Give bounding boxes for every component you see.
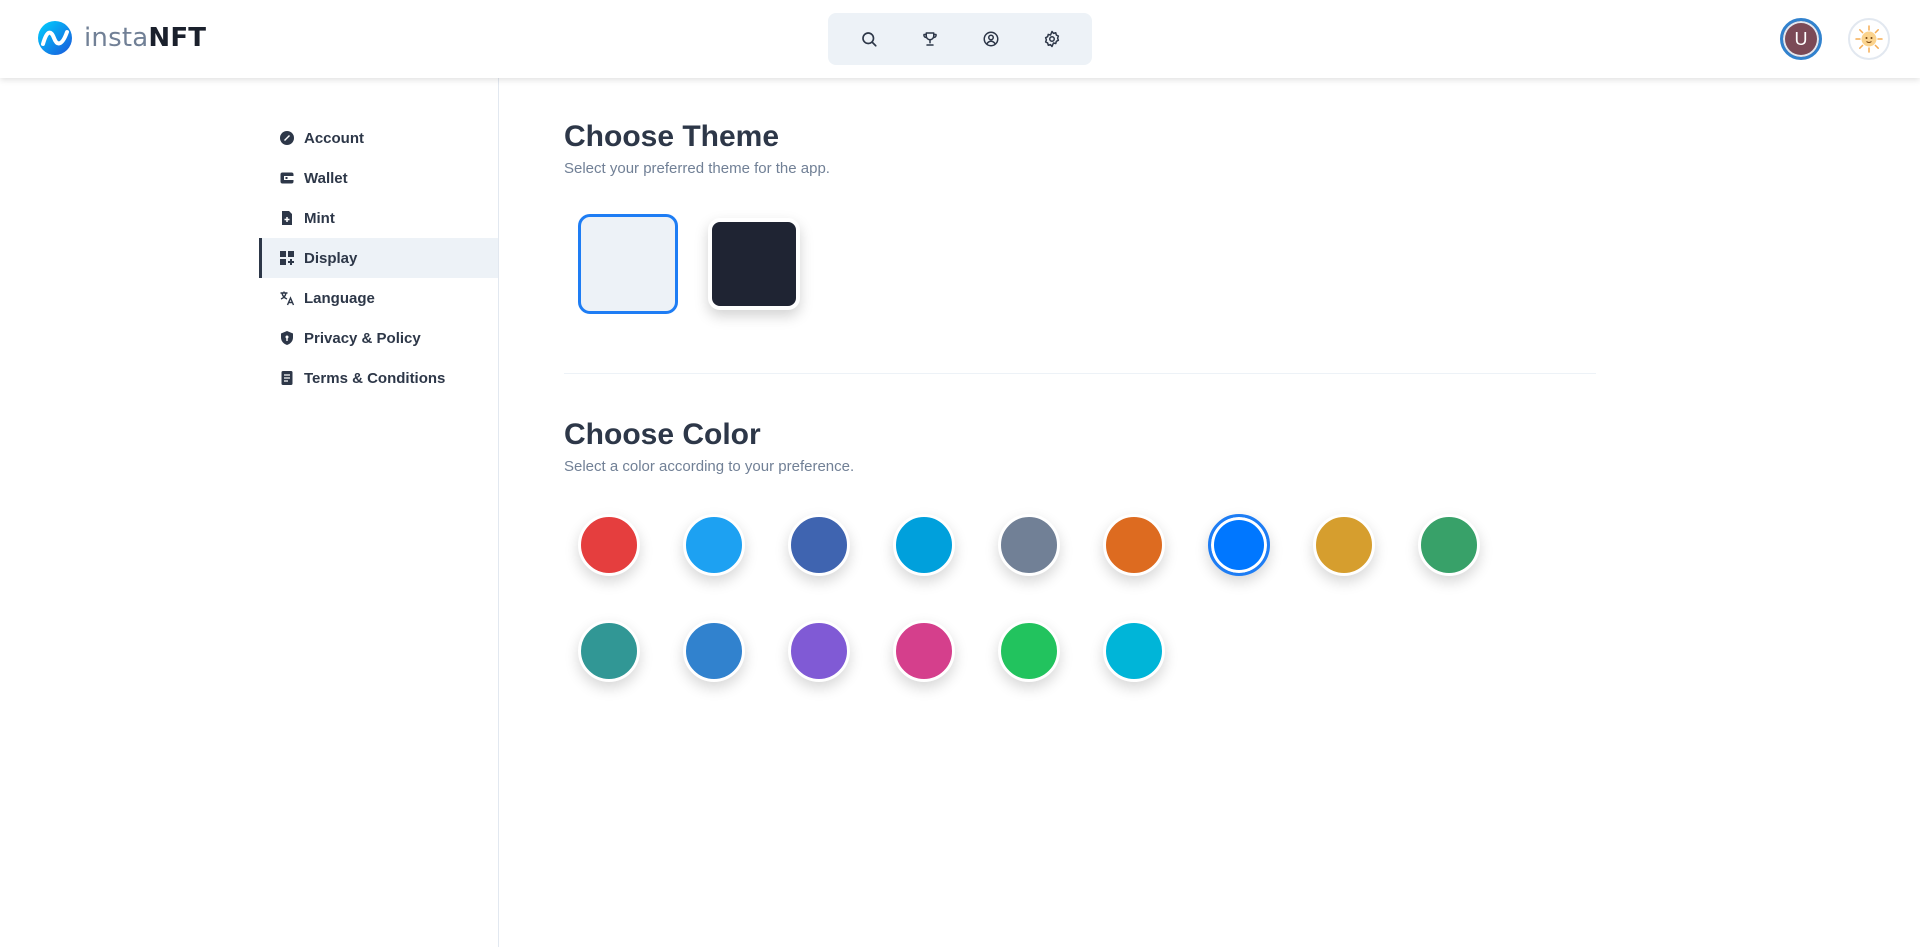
theme-option-dark[interactable] bbox=[708, 218, 800, 310]
color-swatch[interactable] bbox=[788, 620, 850, 682]
sidebar-item-label: Wallet bbox=[304, 169, 348, 187]
account-icon bbox=[279, 130, 295, 146]
color-subtitle: Select a color according to your prefere… bbox=[564, 458, 855, 475]
sidebar-item-display[interactable]: Display bbox=[259, 238, 498, 278]
color-swatch[interactable] bbox=[1103, 514, 1165, 576]
top-header: instaNFT U bbox=[0, 0, 1920, 78]
search-icon bbox=[861, 32, 877, 47]
brand-name: instaNFT bbox=[84, 20, 206, 56]
sidebar-menu: Account Wallet Mint Display Language Pri… bbox=[259, 118, 498, 398]
sidebar-item-account[interactable]: Account bbox=[259, 118, 498, 158]
grid-icon bbox=[279, 250, 295, 266]
theme-section-header: Choose Theme Select your preferred theme… bbox=[564, 120, 830, 177]
color-swatch[interactable] bbox=[998, 620, 1060, 682]
section-divider bbox=[564, 373, 1596, 374]
sidebar-item-language[interactable]: Language bbox=[259, 278, 498, 318]
theme-options bbox=[564, 214, 800, 314]
theme-title: Choose Theme bbox=[564, 120, 780, 153]
profile-button[interactable] bbox=[971, 19, 1011, 59]
sidebar-item-label: Account bbox=[304, 129, 364, 147]
color-swatch[interactable] bbox=[893, 514, 955, 576]
sun-icon bbox=[1855, 25, 1883, 53]
leaderboard-button[interactable] bbox=[910, 19, 950, 59]
theme-option-light[interactable] bbox=[578, 214, 678, 314]
avatar-initial: U bbox=[1794, 28, 1808, 49]
search-button[interactable] bbox=[849, 19, 889, 59]
trophy-icon bbox=[922, 32, 937, 46]
brand-name-part1: insta bbox=[84, 23, 149, 53]
wallet-icon bbox=[279, 170, 295, 186]
top-nav bbox=[828, 13, 1092, 65]
theme-toggle-button[interactable] bbox=[1848, 18, 1890, 60]
sidebar-item-wallet[interactable]: Wallet bbox=[259, 158, 498, 198]
user-avatar[interactable]: U bbox=[1780, 18, 1822, 60]
sidebar-item-privacy[interactable]: Privacy & Policy bbox=[259, 318, 498, 358]
settings-button[interactable] bbox=[1032, 19, 1072, 59]
gear-icon bbox=[1044, 30, 1059, 48]
color-section-header: Choose Color Select a color according to… bbox=[564, 418, 854, 475]
color-swatch[interactable] bbox=[683, 514, 745, 576]
color-swatch[interactable] bbox=[1103, 620, 1165, 682]
sidebar-item-label: Privacy & Policy bbox=[304, 329, 421, 347]
settings-sidebar: Account Wallet Mint Display Language Pri… bbox=[259, 78, 499, 947]
sidebar-item-label: Display bbox=[304, 249, 358, 267]
color-swatch[interactable] bbox=[998, 514, 1060, 576]
color-swatch[interactable] bbox=[1418, 514, 1480, 576]
translate-icon bbox=[279, 290, 295, 306]
sidebar-item-label: Mint bbox=[304, 209, 335, 227]
document-plus-icon bbox=[279, 210, 295, 226]
logo-icon bbox=[38, 21, 72, 55]
brand-name-part2: NFT bbox=[148, 23, 207, 53]
theme-subtitle: Select your preferred theme for the app. bbox=[564, 160, 830, 177]
document-icon bbox=[279, 370, 295, 386]
color-swatch[interactable] bbox=[578, 620, 640, 682]
color-swatch[interactable] bbox=[893, 620, 955, 682]
color-title: Choose Color bbox=[564, 418, 761, 451]
sidebar-item-label: Terms & Conditions bbox=[304, 369, 446, 387]
color-swatch[interactable] bbox=[683, 620, 745, 682]
color-swatch[interactable] bbox=[578, 514, 640, 576]
user-circle-icon bbox=[983, 31, 998, 47]
sidebar-item-mint[interactable]: Mint bbox=[259, 198, 498, 238]
sidebar-item-terms[interactable]: Terms & Conditions bbox=[259, 358, 498, 398]
color-swatch[interactable] bbox=[788, 514, 850, 576]
logo[interactable]: instaNFT bbox=[37, 20, 206, 56]
sidebar-item-label: Language bbox=[304, 289, 375, 307]
shield-icon bbox=[279, 330, 295, 346]
color-swatch[interactable] bbox=[1208, 514, 1270, 576]
color-swatch[interactable] bbox=[1313, 514, 1375, 576]
